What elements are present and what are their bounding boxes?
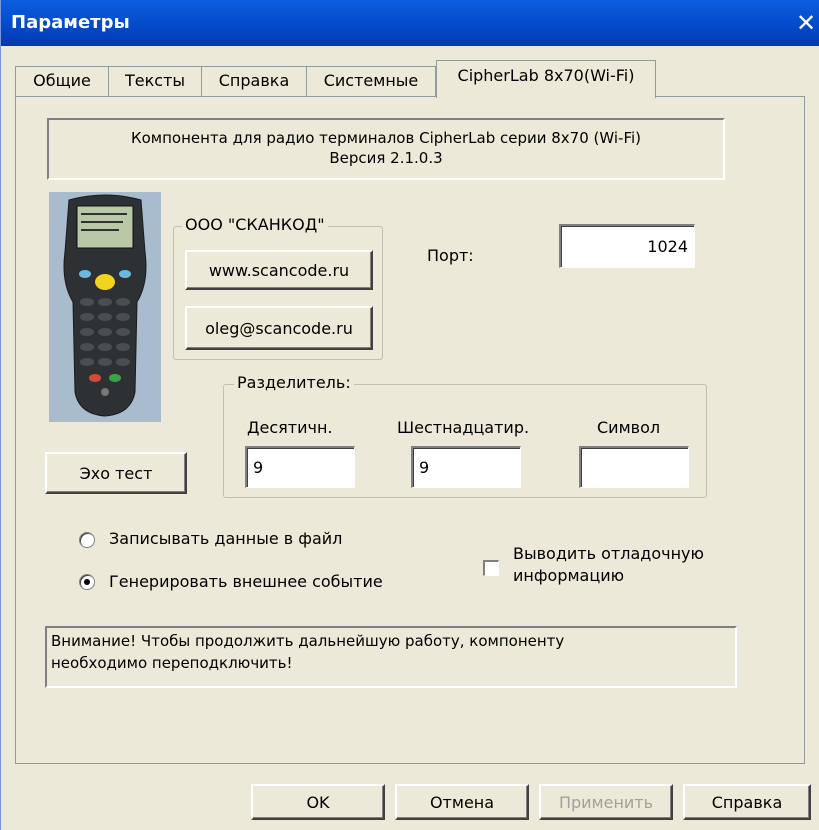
separator-group-title: Разделитель: <box>234 373 354 392</box>
tab-label: Общие <box>33 71 91 90</box>
tab-label: Системные <box>323 71 419 90</box>
write-file-label: Записывать данные в файл <box>109 529 343 548</box>
company-group-title: ООО "СКАНКОД" <box>182 215 328 234</box>
website-button[interactable]: www.scancode.ru <box>185 250 373 290</box>
external-event-label: Генерировать внешнее событие <box>109 572 383 591</box>
decimal-label: Десятичн. <box>247 418 333 437</box>
help-button[interactable]: Справка <box>683 784 811 820</box>
component-version: Версия 2.1.0.3 <box>329 149 443 167</box>
settings-dialog: Параметры ✕ Общие Тексты Справка Системн… <box>0 0 819 830</box>
tab-label: Справка <box>218 71 290 90</box>
radio-selected-dot <box>84 579 90 585</box>
symbol-label: Символ <box>597 418 661 437</box>
external-event-radio[interactable] <box>79 574 95 590</box>
symbol-field[interactable] <box>579 446 689 488</box>
tab-cipherlab[interactable]: CipherLab 8x70(Wi-Fi) <box>436 60 656 98</box>
tab-help[interactable]: Справка <box>201 66 307 96</box>
tab-texts[interactable]: Тексты <box>108 66 202 96</box>
warning-line-2: необходимо переподключить! <box>51 654 293 672</box>
tab-system[interactable]: Системные <box>306 66 436 96</box>
hex-label: Шестнадцатир. <box>397 418 530 437</box>
cipherlab-terminal-icon <box>49 192 161 422</box>
email-button[interactable]: oleg@scancode.ru <box>185 306 373 350</box>
write-file-radio[interactable] <box>79 532 95 548</box>
component-description: Компонента для радио терминалов CipherLa… <box>130 129 642 147</box>
tab-label: CipherLab 8x70(Wi-Fi) <box>457 66 635 85</box>
component-info-banner: Компонента для радио терминалов CipherLa… <box>47 118 725 180</box>
warning-box: Внимание! Чтобы продолжить дальнейшую ра… <box>45 626 737 688</box>
title-bar[interactable]: Параметры ✕ <box>1 0 819 46</box>
debug-info-label-line2: информацию <box>513 566 625 585</box>
ok-button[interactable]: OK <box>251 784 385 820</box>
echo-test-button[interactable]: Эхо тест <box>45 452 187 494</box>
close-icon[interactable]: ✕ <box>792 8 819 38</box>
decimal-field[interactable] <box>245 446 355 488</box>
apply-button[interactable]: Применить <box>539 784 673 820</box>
port-label: Порт: <box>427 246 474 265</box>
debug-info-label-line1: Выводить отладочную <box>513 544 704 563</box>
tab-label: Тексты <box>124 71 186 90</box>
cancel-button[interactable]: Отмена <box>395 784 529 820</box>
warning-line-1: Внимание! Чтобы продолжить дальнейшую ра… <box>51 632 565 650</box>
debug-info-checkbox[interactable] <box>483 560 499 576</box>
hex-field[interactable] <box>411 446 521 488</box>
port-field[interactable] <box>559 224 695 268</box>
window-title: Параметры <box>11 12 130 33</box>
tab-general[interactable]: Общие <box>15 66 109 96</box>
terminal-device-image <box>49 192 161 422</box>
